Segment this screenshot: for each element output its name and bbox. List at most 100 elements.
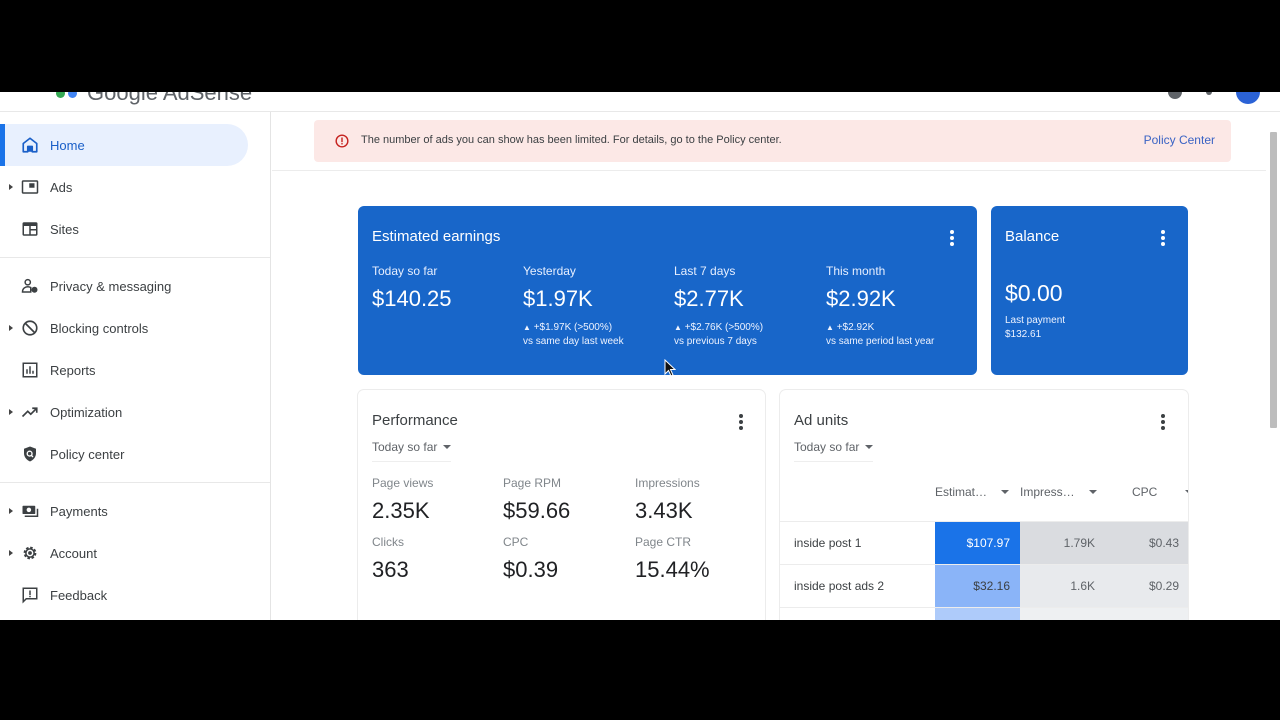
cell-cpc: $0.43 — [1105, 522, 1188, 564]
sidebar-item-account[interactable]: Account — [0, 532, 270, 574]
sidebar-item-home[interactable]: Home — [0, 124, 248, 166]
policy-center-link[interactable]: Policy Center — [1144, 133, 1215, 147]
expand-caret-icon[interactable] — [9, 550, 13, 556]
chevron-down-icon — [443, 445, 452, 449]
notifications-icon[interactable] — [1206, 92, 1212, 95]
ad-unit-name: inside post 1 — [794, 536, 862, 550]
column-header-earnings[interactable]: Estimat… — [935, 485, 1010, 499]
column-header-impressions[interactable]: Impress… — [1020, 485, 1097, 499]
sidebar-item-label: Home — [50, 137, 85, 153]
metric-impressions[interactable]: Impressions 3.43K — [635, 476, 755, 524]
balance-card[interactable]: Balance $0.00 Last payment $132.61 — [991, 206, 1188, 375]
sidebar-item-policy-center[interactable]: Policy center — [0, 433, 270, 475]
expand-caret-icon[interactable] — [9, 184, 13, 190]
expand-caret-icon[interactable] — [9, 508, 13, 514]
sidebar-item-label: Privacy & messaging — [50, 278, 172, 294]
sidebar-item-ads[interactable]: Ads — [0, 166, 270, 208]
sites-icon — [20, 219, 40, 239]
page-scrollbar[interactable] — [1266, 112, 1280, 620]
metric-page-views[interactable]: Page views 2.35K — [372, 476, 492, 524]
delta-value: +$2.92K — [836, 322, 875, 333]
metric-page-ctr[interactable]: Page CTR 15.44% — [635, 535, 755, 583]
banner-message: The number of ads you can show has been … — [361, 134, 782, 146]
earnings-value: $2.77K — [674, 286, 744, 311]
policy-icon — [20, 444, 40, 464]
sort-icon — [1001, 490, 1010, 494]
table-row[interactable]: inside post ads 2 $32.16 1.6K $0.29 — [780, 564, 1188, 607]
card-title: Estimated earnings — [372, 228, 501, 245]
earnings-value: $1.97K — [523, 286, 593, 311]
table-row[interactable]: VERTICAL $0.04 10 $0.04 — [780, 607, 1188, 620]
expand-caret-icon[interactable] — [9, 325, 13, 331]
cell-impressions: 10 — [1020, 608, 1105, 620]
earnings-yesterday: Yesterday $1.97K ▲ +$1.97K (>500%) vs sa… — [523, 264, 673, 349]
sidebar-item-label: Policy center — [50, 446, 125, 462]
metric-value: 363 — [372, 557, 409, 582]
metric-value: 15.44% — [635, 557, 710, 582]
expand-caret-icon[interactable] — [9, 409, 13, 415]
help-icon[interactable] — [1168, 92, 1182, 99]
sidebar-item-sites[interactable]: Sites — [0, 208, 270, 250]
sidebar-item-label: Sites — [50, 221, 79, 237]
sidebar-item-privacy-messaging[interactable]: Privacy & messaging — [0, 265, 270, 307]
column-header-cpc[interactable]: CPC — [1132, 485, 1188, 499]
sidebar-item-payments[interactable]: Payments — [0, 490, 270, 532]
metric-value: $0.39 — [503, 557, 559, 582]
metric-cpc[interactable]: CPC $0.39 — [503, 535, 623, 583]
cell-impressions: 1.79K — [1020, 522, 1105, 564]
table-row[interactable]: inside post 1 $107.97 1.79K $0.43 — [780, 521, 1188, 564]
estimated-earnings-card[interactable]: Estimated earnings Today so far $140.25 … — [358, 206, 977, 375]
up-arrow-icon: ▲ — [826, 323, 834, 332]
mouse-cursor-icon — [664, 358, 677, 382]
ad-units-table: Estimat… Impress… CPC inside post 1 $107… — [780, 485, 1188, 620]
more-options-icon[interactable] — [945, 230, 959, 246]
sidebar-item-blocking-controls[interactable]: Blocking controls — [0, 307, 270, 349]
privacy-icon — [20, 276, 40, 296]
up-arrow-icon: ▲ — [674, 323, 682, 332]
sidebar-divider — [0, 482, 270, 483]
earnings-value: $140.25 — [372, 286, 452, 311]
performance-card: Performance Today so far Page views 2.35… — [358, 390, 765, 620]
chevron-down-icon — [865, 445, 874, 449]
up-arrow-icon: ▲ — [523, 323, 531, 332]
last-payment-value: $132.61 — [1005, 329, 1042, 340]
period-dropdown[interactable]: Today so far — [372, 440, 452, 462]
top-app-bar: Google AdSense — [0, 92, 1280, 112]
sidebar-item-label: Account — [50, 545, 97, 561]
sidebar-item-reports[interactable]: Reports — [0, 349, 270, 391]
balance-value: $0.00 — [1005, 280, 1063, 306]
section-divider — [272, 170, 1267, 171]
metric-label: CPC — [503, 535, 529, 549]
earnings-label: Today so far — [372, 264, 438, 278]
delta-value: +$1.97K (>500%) — [533, 322, 613, 333]
payments-icon — [20, 501, 40, 521]
period-dropdown[interactable]: Today so far — [794, 440, 874, 462]
earnings-delta: ▲ +$1.97K (>500%) vs same day last week — [523, 321, 673, 349]
column-label: CPC — [1132, 485, 1158, 499]
cell-earnings: $0.04 — [935, 608, 1020, 620]
delta-comparison: vs same period last year — [826, 336, 935, 347]
sort-icon — [1088, 490, 1097, 494]
card-title: Ad units — [794, 412, 849, 429]
sidebar-item-feedback[interactable]: Feedback — [0, 574, 270, 616]
earnings-label: Last 7 days — [674, 264, 736, 278]
earnings-delta: ▲ +$2.92K vs same period last year — [826, 321, 976, 349]
earnings-label: This month — [826, 264, 886, 278]
more-options-icon[interactable] — [1156, 230, 1170, 246]
metric-label: Clicks — [372, 535, 404, 549]
gear-icon — [20, 543, 40, 563]
earnings-today: Today so far $140.25 — [372, 264, 522, 312]
avatar[interactable] — [1236, 92, 1260, 104]
metric-page-rpm[interactable]: Page RPM $59.66 — [503, 476, 623, 524]
app-title: Google AdSense — [87, 92, 253, 105]
more-options-icon[interactable] — [1156, 414, 1170, 430]
adsense-logo[interactable]: Google AdSense — [56, 92, 252, 106]
sidebar-item-optimization[interactable]: Optimization — [0, 391, 270, 433]
reports-icon — [20, 360, 40, 380]
metric-clicks[interactable]: Clicks 363 — [372, 535, 492, 583]
scrollbar-thumb[interactable] — [1270, 132, 1277, 428]
delta-value: +$2.76K (>500%) — [684, 322, 764, 333]
sidebar-item-label: Ads — [50, 179, 73, 195]
more-options-icon[interactable] — [734, 414, 748, 430]
sidebar-item-label: Reports — [50, 362, 96, 378]
